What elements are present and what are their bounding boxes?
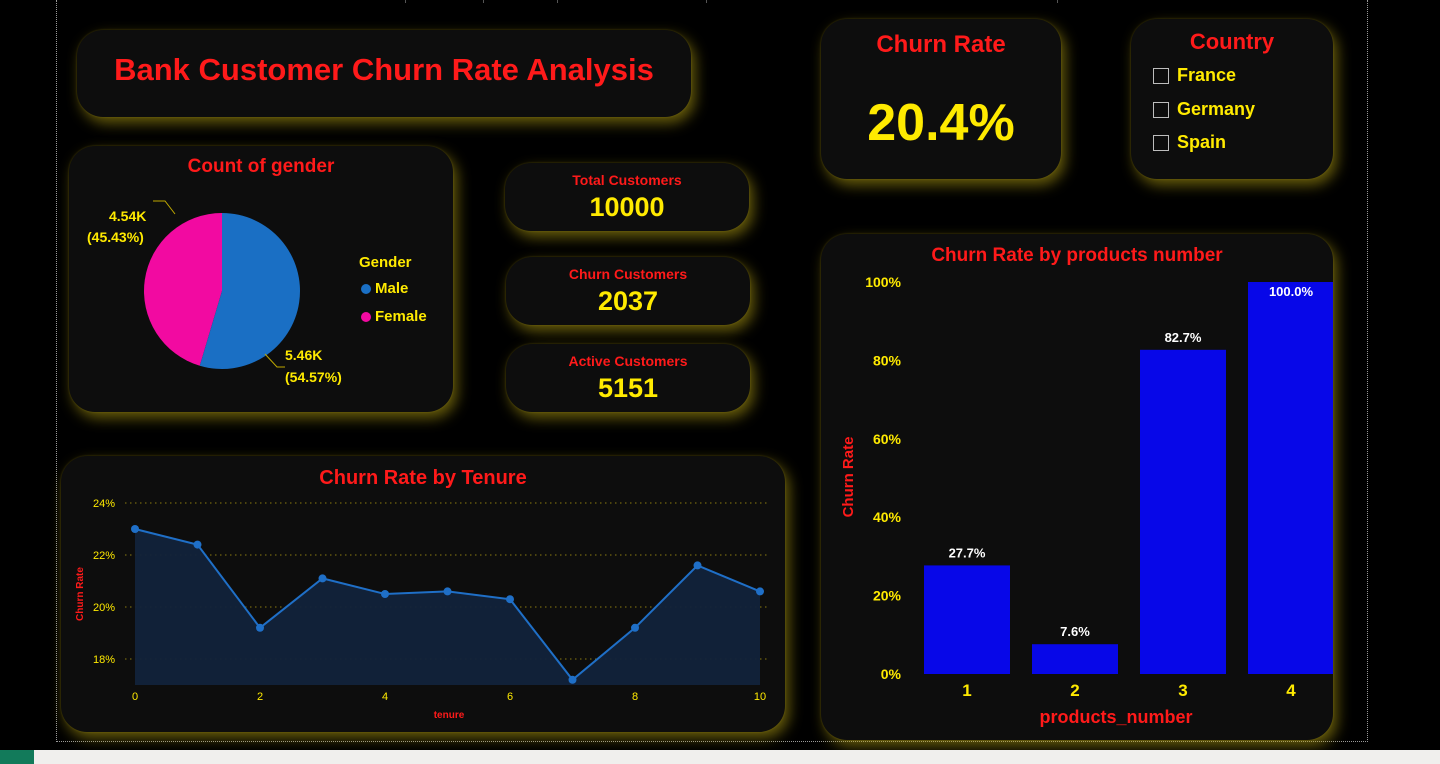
country-option-france[interactable]: France [1153,65,1236,86]
country-option-label: Spain [1177,132,1227,152]
y-tick-label: 22% [93,550,115,562]
tenure-x-axis-title: tenure [434,710,465,721]
y-tick-label: 24% [93,498,115,510]
bar-data-label: 82.7% [1165,330,1202,345]
products-x-axis-title: products_number [1039,707,1192,727]
x-tick-label: 2 [257,691,263,703]
female-dot-icon [361,311,371,322]
country-option-germany[interactable]: Germany [1153,99,1255,120]
y-tick-label: 100% [865,274,901,290]
tenure-chart-card: Churn Rate by Tenure Churn Rate tenure 1… [61,456,785,732]
products-y-axis-title: Churn Rate [840,437,857,518]
male-data-label-pct: (54.57%) [285,369,342,385]
legend-item-male[interactable]: Male [361,280,408,297]
tenure-point [568,675,577,684]
y-tick-label: 0% [881,666,902,682]
tenure-point [381,590,389,598]
y-tick-label: 18% [93,654,115,666]
tenure-point [631,623,639,632]
country-option-label: Germany [1177,99,1256,119]
female-data-label-value: 4.54K [109,208,146,224]
legend-label-female: Female [375,308,427,325]
churn-rate-value: 20.4% [867,94,1015,152]
tenure-point [693,561,702,570]
bar-product-4 [1248,282,1333,674]
checkbox-germany[interactable] [1153,101,1169,118]
gender-chart-card: Count of gender 4.54K (45.43%) 5.46K (54… [69,146,453,412]
tenure-point [756,587,764,596]
legend-item-female[interactable]: Female [361,308,427,325]
tenure-point [318,574,327,583]
tenure-line-chart: Churn Rate by Tenure Churn Rate tenure 1… [75,467,770,721]
gender-pie-chart: 4.54K (45.43%) 5.46K (54.57%) [87,200,342,385]
legend-title-text: Gender [359,254,412,271]
y-tick-label: 60% [873,431,902,447]
bar-product-3 [1140,349,1226,674]
x-tick-label: 3 [1178,681,1187,700]
country-slicer-title: Country [1189,29,1275,54]
x-tick-label: 1 [962,681,971,700]
x-tick-label: 4 [382,691,388,703]
x-tick-label: 2 [1070,681,1079,700]
male-leader-line [264,353,285,368]
bar-data-label: 7.6% [1060,624,1090,639]
total-customers-label: Total Customers [572,172,682,188]
country-slicer: Country France Germany Spain [1131,19,1333,179]
x-tick-label: 10 [754,691,766,703]
status-bar-accent [0,750,34,764]
legend-label-male: Male [375,280,409,297]
bar-data-label: 27.7% [949,545,986,560]
active-customers-label: Active Customers [568,353,688,369]
page-title: Bank Customer Churn Rate Analysis [114,52,654,87]
gender-legend-title: Gender [359,254,412,271]
total-customers-value: 10000 [589,192,665,222]
products-bar-chart: Churn Rate by products number Churn Rate… [840,245,1333,727]
churn-rate-label: Churn Rate [876,31,1006,58]
y-tick-label: 20% [873,588,902,604]
products-chart-card: Churn Rate by products number Churn Rate… [821,234,1333,740]
x-tick-label: 6 [507,691,513,703]
report-canvas: Bank Customer Churn Rate Analysis Churn … [56,0,1368,742]
tenure-point [131,525,139,533]
tenure-y-axis-title: Churn Rate [75,567,86,621]
x-tick-label: 4 [1286,681,1296,700]
status-bar [0,750,1440,764]
x-tick-label: 8 [632,691,638,703]
churn-customers-card: Churn Customers 2037 [506,257,750,325]
active-customers-card: Active Customers 5151 [506,344,750,412]
bar-data-label: 100.0% [1269,284,1314,299]
checkbox-france[interactable] [1153,67,1169,84]
total-customers-card: Total Customers 10000 [505,163,749,231]
products-chart-title: Churn Rate by products number [931,245,1223,266]
tenure-chart-title: Churn Rate by Tenure [319,467,526,489]
tenure-point [443,587,452,596]
tenure-point [506,595,514,604]
checkbox-spain[interactable] [1153,134,1169,151]
female-leader-line [153,200,176,215]
churn-rate-card: Churn Rate 20.4% [821,19,1061,179]
churn-customers-label: Churn Customers [568,266,688,282]
female-data-label-pct: (45.43%) [87,229,144,245]
title-card: Bank Customer Churn Rate Analysis [77,30,691,117]
y-tick-label: 80% [873,352,902,368]
male-data-label-value: 5.46K [285,347,322,363]
tenure-point [193,540,202,549]
tenure-point [256,623,264,632]
y-tick-label: 20% [93,602,115,614]
country-option-spain[interactable]: Spain [1153,132,1226,153]
y-tick-label: 40% [873,509,902,525]
bar-product-2 [1032,644,1118,674]
active-customers-value: 5151 [597,373,659,403]
churn-customers-value: 2037 [597,286,659,316]
bar-product-1 [924,565,1010,674]
country-option-label: France [1177,65,1237,85]
male-dot-icon [361,283,371,294]
tenure-area-fill [135,529,760,685]
x-tick-label: 0 [132,691,138,703]
